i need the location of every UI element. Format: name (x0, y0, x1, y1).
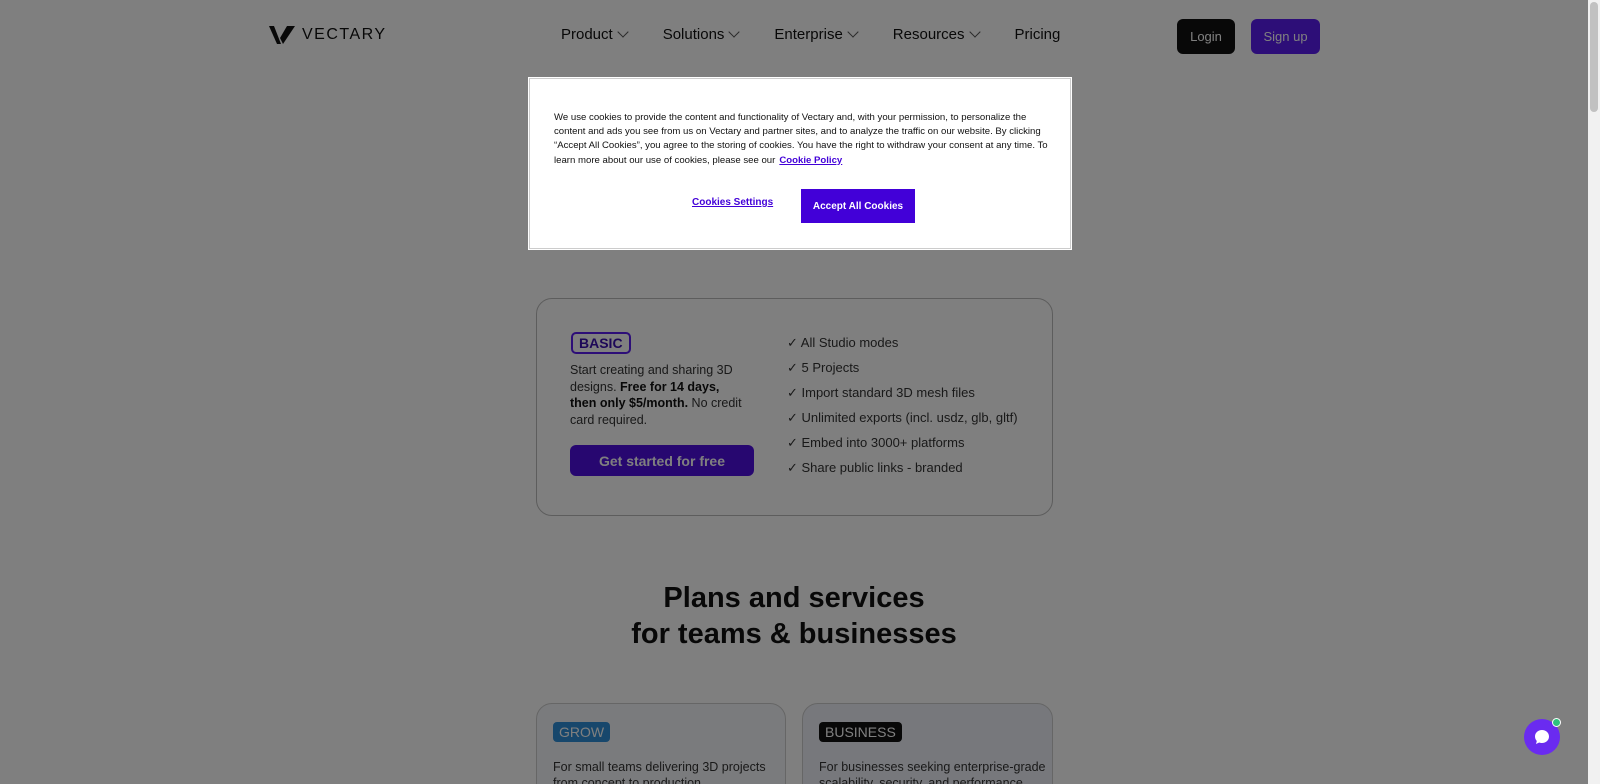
cookie-banner: We use cookies to provide the content an… (528, 77, 1072, 250)
cookies-settings-button[interactable]: Cookies Settings (692, 197, 773, 208)
page-scrollbar[interactable] (1588, 0, 1600, 784)
accept-all-cookies-button[interactable]: Accept All Cookies (801, 189, 915, 223)
cookie-banner-text: We use cookies to provide the content an… (554, 111, 1050, 168)
scrollbar-thumb[interactable] (1590, 2, 1598, 112)
chat-launcher-button[interactable] (1524, 718, 1561, 755)
chat-bubble-icon (1535, 730, 1549, 744)
online-status-dot (1552, 718, 1561, 727)
cookie-policy-link[interactable]: Cookie Policy (779, 155, 842, 166)
